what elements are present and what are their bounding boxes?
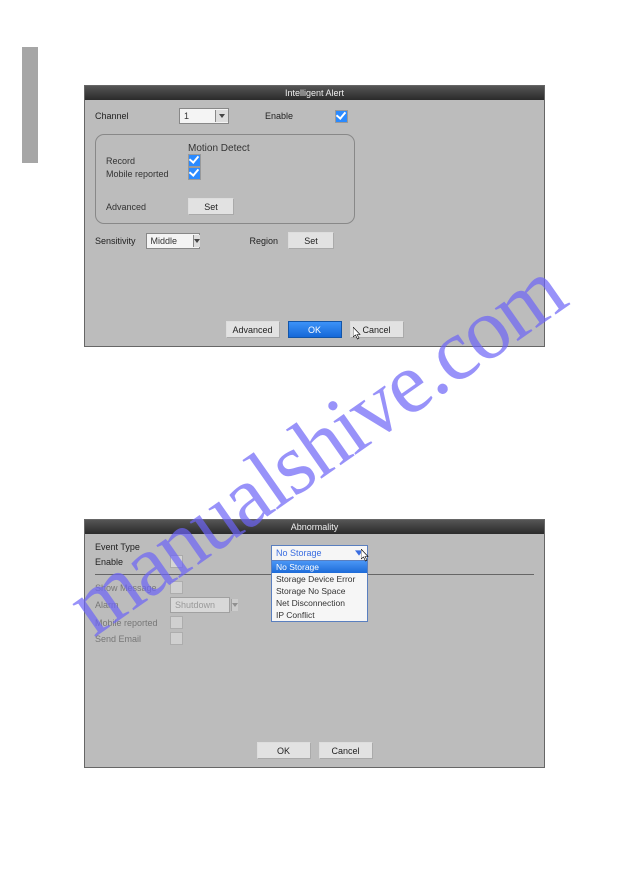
dialog-title: Abnormality: [85, 520, 544, 534]
ok-button[interactable]: OK: [288, 321, 342, 338]
chevron-down-icon: [193, 235, 200, 247]
advanced-label: Advanced: [106, 202, 188, 212]
channel-select-value: 1: [180, 111, 215, 121]
detection-group: Motion Detect Record Mobile reported Adv…: [95, 134, 355, 224]
ok-button-label: OK: [308, 325, 321, 335]
send-email-checkbox[interactable]: [170, 632, 183, 645]
enable-checkbox[interactable]: [170, 555, 183, 568]
show-message-checkbox[interactable]: [170, 581, 183, 594]
sensitivity-select[interactable]: Middle: [146, 233, 200, 249]
mobile-reported-checkbox[interactable]: [188, 167, 201, 180]
channel-select[interactable]: 1: [179, 108, 229, 124]
chevron-down-icon: [231, 599, 238, 611]
dropdown-option[interactable]: Storage No Space: [272, 585, 367, 597]
alarm-label: Alarm: [95, 600, 170, 610]
event-type-dropdown[interactable]: No Storage No Storage Storage Device Err…: [271, 545, 368, 622]
mobile-reported-checkbox[interactable]: [170, 616, 183, 629]
cursor-icon: [361, 549, 371, 565]
ok-button[interactable]: OK: [257, 742, 311, 759]
enable-label: Enable: [265, 111, 293, 121]
show-message-label: Show Message: [95, 583, 170, 593]
region-set-button[interactable]: Set: [288, 232, 334, 249]
mobile-reported-label: Mobile reported: [106, 169, 188, 179]
dialog-title: Intelligent Alert: [85, 86, 544, 100]
dropdown-option[interactable]: Net Disconnection: [272, 597, 367, 609]
mobile-reported-label: Mobile reported: [95, 618, 170, 628]
channel-label: Channel: [95, 111, 167, 121]
sensitivity-label: Sensitivity: [95, 236, 136, 246]
dropdown-option[interactable]: No Storage: [272, 561, 367, 573]
sensitivity-select-value: Middle: [147, 236, 194, 246]
event-type-label: Event Type: [95, 542, 170, 552]
advanced-button[interactable]: Advanced: [226, 321, 280, 338]
chevron-down-icon: [215, 110, 228, 122]
abnormality-dialog: Abnormality Event Type Enable Show Messa…: [84, 519, 545, 768]
cancel-button[interactable]: Cancel: [319, 742, 373, 759]
record-label: Record: [106, 156, 188, 166]
alarm-select[interactable]: Shutdown: [170, 597, 230, 613]
dropdown-option[interactable]: Storage Device Error: [272, 573, 367, 585]
region-label: Region: [250, 236, 279, 246]
enable-checkbox[interactable]: [335, 110, 348, 123]
alarm-select-value: Shutdown: [171, 600, 231, 610]
event-type-options: No Storage Storage Device Error Storage …: [272, 560, 367, 621]
send-email-label: Send Email: [95, 634, 170, 644]
page-side-tab: [22, 47, 38, 163]
motion-detect-label: Motion Detect: [188, 143, 250, 154]
enable-label: Enable: [95, 557, 170, 567]
event-type-selected: No Storage: [276, 548, 322, 558]
advanced-set-button[interactable]: Set: [188, 198, 234, 215]
cursor-icon: [353, 327, 363, 343]
dropdown-option[interactable]: IP Conflict: [272, 609, 367, 621]
intelligent-alert-dialog: Intelligent Alert Channel 1 Enable Motio…: [84, 85, 545, 347]
